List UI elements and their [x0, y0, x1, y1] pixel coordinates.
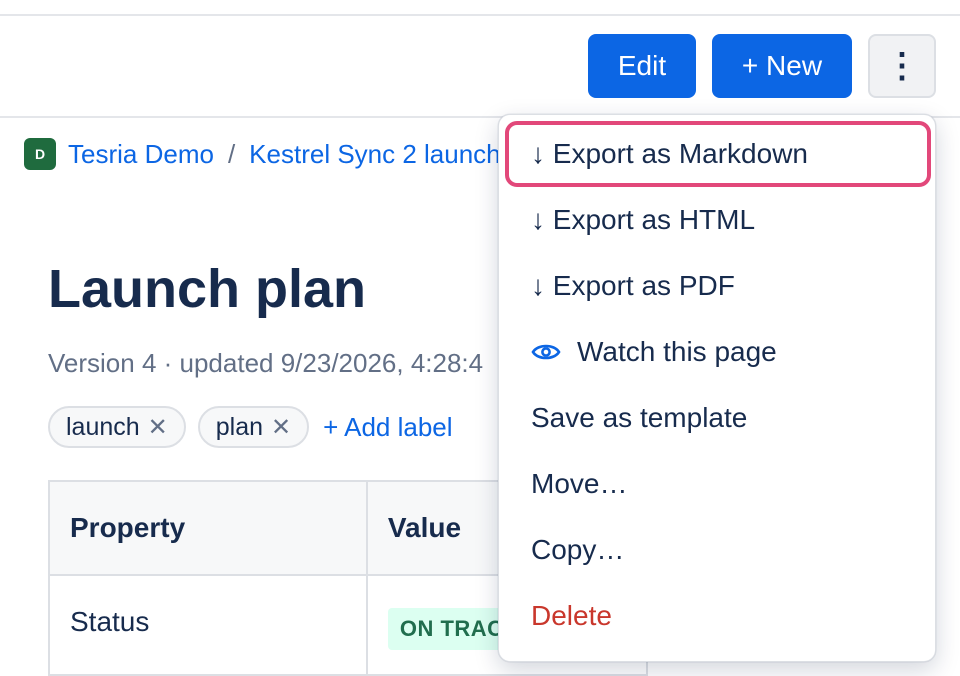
menu-item-delete[interactable]: Delete [505, 583, 931, 649]
label-chip-text: launch [66, 412, 140, 441]
more-vertical-icon: ⋮ [885, 47, 919, 85]
more-actions-button[interactable]: ⋮ [868, 34, 936, 98]
menu-item-export-markdown[interactable]: ↓ Export as Markdown [505, 121, 931, 187]
menu-item-save-template[interactable]: Save as template [505, 385, 931, 451]
breadcrumb-space-link[interactable]: Tesria Demo [68, 139, 214, 170]
new-button[interactable]: + New [712, 34, 852, 98]
menu-item-copy[interactable]: Copy… [505, 517, 931, 583]
menu-item-label: ↓ Export as PDF [531, 270, 735, 301]
remove-label-icon[interactable]: ✕ [271, 413, 291, 442]
menu-item-label: Copy… [531, 534, 625, 565]
menu-item-label: Move… [531, 468, 628, 499]
menu-item-label: ↓ Export as HTML [531, 204, 756, 235]
app-page: Edit + New ⋮ D Tesria Demo / Kestrel Syn… [0, 0, 960, 676]
menu-item-watch-page[interactable]: Watch this page [505, 319, 931, 385]
property-name-cell: Status [50, 576, 368, 676]
breadcrumb: D Tesria Demo / Kestrel Sync 2 launch [24, 136, 501, 172]
eye-icon [531, 344, 561, 360]
menu-item-export-html[interactable]: ↓ Export as HTML [505, 187, 931, 253]
menu-item-label: ↓ Export as Markdown [531, 138, 808, 169]
menu-item-move[interactable]: Move… [505, 451, 931, 517]
menu-item-label: Save as template [531, 402, 748, 433]
breadcrumb-page-link[interactable]: Kestrel Sync 2 launch [249, 139, 500, 170]
version-meta: Version 4 · updated 9/23/2026, 4:28:4 [48, 348, 484, 378]
space-avatar: D [24, 138, 56, 170]
label-list: launch ✕ plan ✕ + Add label [48, 406, 453, 448]
menu-item-export-pdf[interactable]: ↓ Export as PDF [505, 253, 931, 319]
column-header-property: Property [50, 482, 368, 576]
label-chip: launch ✕ [48, 406, 186, 448]
more-actions-menu: ↓ Export as Markdown ↓ Export as HTML ↓ … [498, 114, 936, 662]
label-chip-text: plan [215, 412, 264, 441]
breadcrumb-separator: / [227, 138, 236, 169]
page-toolbar: Edit + New ⋮ [0, 16, 960, 118]
add-label-link[interactable]: + Add label [323, 412, 452, 443]
remove-label-icon[interactable]: ✕ [148, 413, 168, 442]
menu-item-label: Watch this page [577, 336, 777, 367]
label-chip: plan ✕ [197, 406, 310, 448]
edit-button[interactable]: Edit [588, 34, 696, 98]
page-title: Launch plan [48, 259, 367, 319]
menu-item-label: Delete [531, 600, 612, 631]
